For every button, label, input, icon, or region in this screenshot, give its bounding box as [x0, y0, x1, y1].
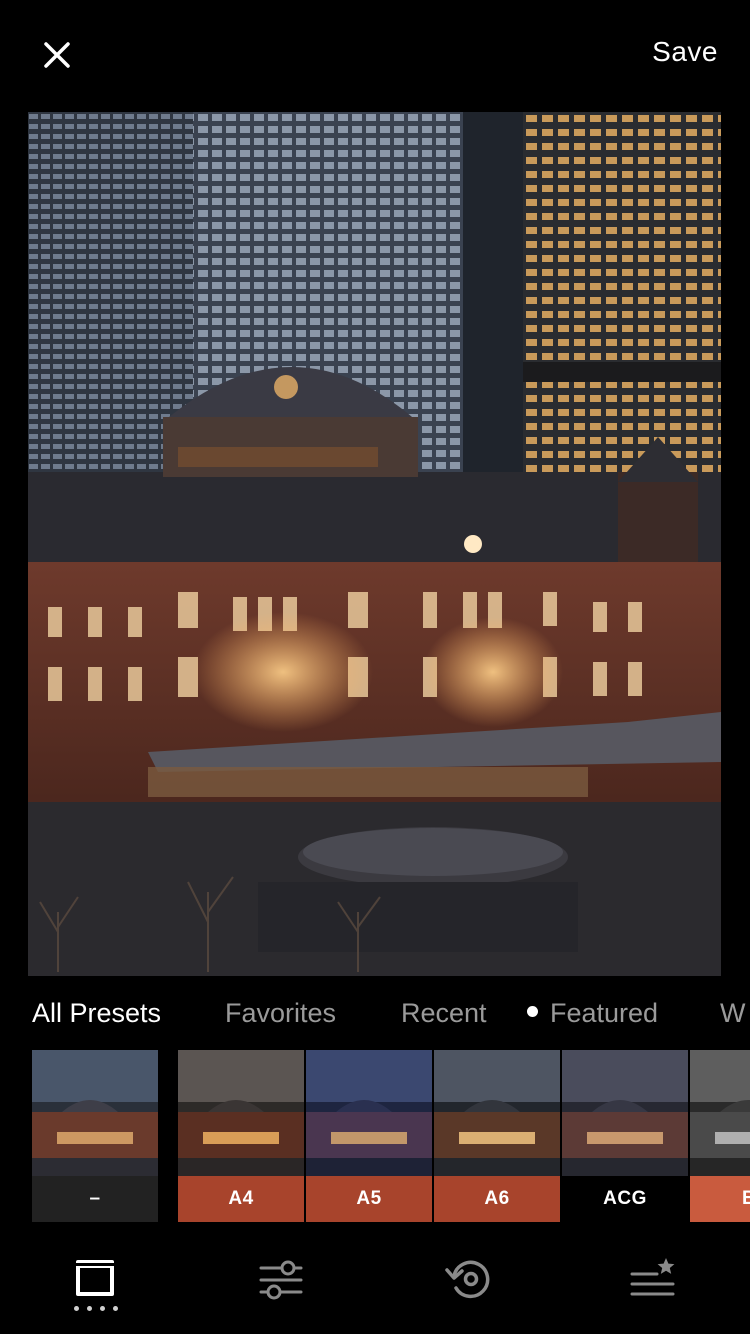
preset-thumbnail	[434, 1050, 560, 1176]
preset-thumbnail	[306, 1050, 432, 1176]
preset-label: A6	[434, 1176, 560, 1222]
close-icon	[44, 42, 70, 68]
preset-strip: – A4 A5 A6 ACG B	[0, 1050, 750, 1222]
preset-label: –	[32, 1176, 158, 1222]
page-dot	[74, 1306, 79, 1311]
preset-label: A4	[178, 1176, 304, 1222]
preset-label: B	[690, 1176, 750, 1222]
station-photo	[28, 112, 721, 976]
preset-a4[interactable]: A4	[178, 1050, 304, 1222]
bottom-toolbar	[0, 1240, 750, 1334]
tab-recent[interactable]: Recent	[401, 998, 487, 1029]
tool-adjust[interactable]	[236, 1240, 326, 1334]
history-icon	[445, 1260, 490, 1299]
tab-featured[interactable]: Featured	[527, 998, 658, 1029]
page-dot	[113, 1306, 118, 1311]
preset-b[interactable]: B	[690, 1050, 750, 1222]
tool-favorites[interactable]	[608, 1240, 698, 1334]
preset-none[interactable]: –	[32, 1050, 158, 1222]
featured-dot-icon	[527, 1006, 538, 1018]
preset-label: A5	[306, 1176, 432, 1222]
page-dot	[87, 1306, 92, 1311]
favorites-icon	[630, 1258, 675, 1296]
save-button[interactable]: Save	[652, 36, 718, 68]
preset-category-tabs: All Presets Favorites Recent Featured W	[0, 990, 750, 1038]
tool-presets[interactable]	[50, 1240, 140, 1334]
photo-preview	[28, 112, 721, 976]
page-indicator	[74, 1306, 118, 1312]
preset-a5[interactable]: A5	[306, 1050, 432, 1222]
tool-history[interactable]	[424, 1240, 514, 1334]
top-bar: Save	[0, 0, 750, 112]
close-button[interactable]	[40, 38, 74, 72]
adjust-sliders-icon	[259, 1260, 303, 1300]
presets-icon	[76, 1260, 114, 1296]
preset-thumbnail	[32, 1050, 158, 1176]
page-dot	[100, 1306, 105, 1311]
preset-a6[interactable]: A6	[434, 1050, 560, 1222]
preset-label: ACG	[562, 1176, 688, 1222]
preset-acg[interactable]: ACG	[562, 1050, 688, 1222]
preset-thumbnail	[562, 1050, 688, 1176]
preset-thumbnail	[178, 1050, 304, 1176]
preset-thumbnail	[690, 1050, 750, 1176]
tab-overflow[interactable]: W	[720, 998, 745, 1029]
tab-all-presets[interactable]: All Presets	[32, 998, 161, 1029]
tab-favorites[interactable]: Favorites	[225, 998, 336, 1029]
